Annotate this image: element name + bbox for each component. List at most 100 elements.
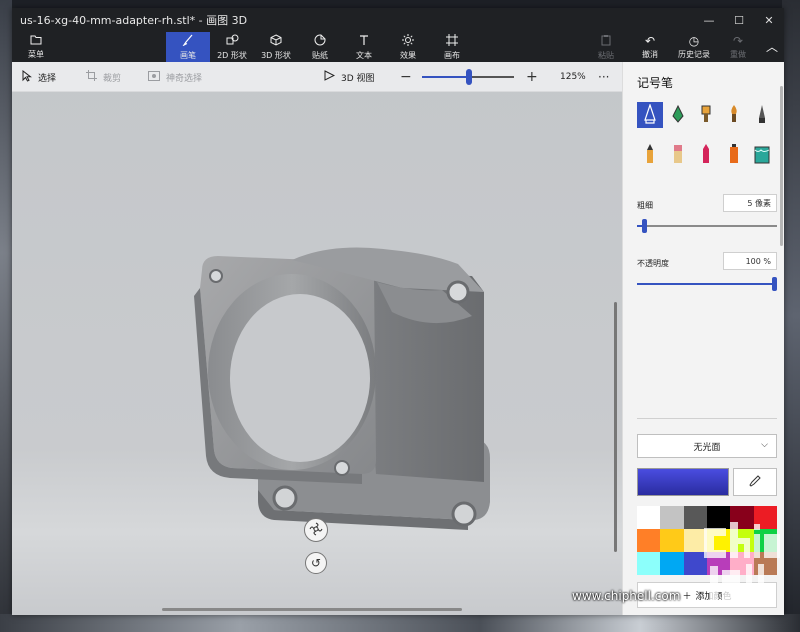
zoom-out-button[interactable]: − bbox=[400, 62, 412, 92]
brush-pixel-pen[interactable] bbox=[749, 102, 775, 128]
brush-spray-can[interactable] bbox=[721, 142, 747, 168]
eraser-icon bbox=[671, 143, 685, 168]
close-button[interactable]: ✕ bbox=[754, 8, 784, 32]
tab-label: 文本 bbox=[356, 50, 372, 60]
pencil-icon bbox=[643, 143, 657, 168]
zoom-in-button[interactable]: + bbox=[526, 62, 538, 92]
marker-icon bbox=[643, 102, 657, 127]
text-icon bbox=[358, 34, 370, 49]
paint3d-window: us-16-xg-40-mm-adapter-rh.stl* - 画图 3D —… bbox=[12, 8, 784, 615]
paste-icon bbox=[600, 34, 612, 49]
chevron-up-icon: ︿ bbox=[765, 39, 778, 54]
crop-icon bbox=[86, 70, 97, 84]
tab-stickers[interactable]: 贴纸 bbox=[298, 32, 342, 62]
brush-calligraphy[interactable] bbox=[665, 102, 691, 128]
redo-button[interactable]: ↷ 重做 bbox=[716, 32, 760, 62]
collapse-ribbon-button[interactable]: ︿ bbox=[760, 32, 784, 62]
chiphell-logo-watermark bbox=[704, 522, 780, 606]
paste-label: 粘贴 bbox=[598, 50, 614, 60]
brush-pencil[interactable] bbox=[637, 142, 663, 168]
magic-select-icon bbox=[148, 70, 160, 84]
palette-color-swatch[interactable] bbox=[660, 552, 684, 575]
more-options-button[interactable]: ··· bbox=[598, 62, 609, 92]
tab-canvas[interactable]: 画布 bbox=[430, 32, 474, 62]
thickness-slider[interactable] bbox=[637, 219, 777, 233]
rotate-3d-button[interactable] bbox=[304, 518, 328, 542]
brush-oil[interactable] bbox=[693, 102, 719, 128]
tab-2d-shapes[interactable]: 2D 形状 bbox=[210, 32, 254, 62]
3d-view-label: 3D 视图 bbox=[341, 73, 375, 84]
pixel-pen-icon bbox=[755, 104, 769, 127]
palette-color-swatch[interactable] bbox=[660, 506, 684, 529]
canvas-area[interactable]: 选择 裁剪 神奇选择 3D 视图 − + 125% ··· ↺ bbox=[12, 62, 622, 615]
opacity-label: 不透明度 bbox=[637, 259, 669, 268]
opacity-input[interactable]: 100 % bbox=[723, 252, 777, 270]
opacity-slider-thumb[interactable] bbox=[772, 277, 777, 291]
3d-model[interactable] bbox=[172, 192, 492, 532]
3d-view-button[interactable]: 3D 视图 bbox=[324, 62, 375, 92]
tab-label: 3D 形状 bbox=[261, 50, 291, 60]
canvas-icon bbox=[446, 33, 458, 49]
brush-marker[interactable] bbox=[637, 102, 663, 128]
reset-icon: ↺ bbox=[310, 556, 322, 570]
desktop-wallpaper-left bbox=[0, 0, 12, 632]
history-button[interactable]: ◷ 历史记录 bbox=[672, 32, 716, 62]
fill-bucket-icon bbox=[754, 144, 770, 167]
panel-scrollbar[interactable] bbox=[780, 86, 783, 246]
brush-fill[interactable] bbox=[749, 142, 775, 168]
tab-label: 2D 形状 bbox=[217, 50, 247, 60]
desktop-wallpaper-bottom bbox=[0, 614, 800, 632]
title-bar[interactable]: us-16-xg-40-mm-adapter-rh.stl* - 画图 3D —… bbox=[12, 8, 784, 32]
panel-divider bbox=[637, 418, 777, 419]
zoom-slider-thumb[interactable] bbox=[466, 69, 472, 85]
palette-color-swatch[interactable] bbox=[637, 552, 661, 575]
thickness-slider-thumb[interactable] bbox=[642, 219, 647, 233]
canvas-horizontal-scrollbar[interactable] bbox=[162, 608, 462, 611]
select-button[interactable]: 选择 bbox=[22, 62, 56, 92]
history-icon: ◷ bbox=[688, 33, 700, 48]
brush-crayon[interactable] bbox=[693, 142, 719, 168]
canvas-vertical-scrollbar[interactable] bbox=[614, 302, 617, 552]
zoom-slider-rest bbox=[468, 76, 514, 78]
brush-watercolor[interactable] bbox=[721, 102, 747, 128]
current-color-swatch[interactable] bbox=[637, 468, 729, 496]
undo-icon: ↶ bbox=[644, 33, 656, 48]
palette-color-swatch[interactable] bbox=[660, 529, 684, 552]
watercolor-icon bbox=[727, 104, 741, 127]
crop-button[interactable]: 裁剪 bbox=[86, 62, 121, 92]
canvas-toolbar: 选择 裁剪 神奇选择 3D 视图 − + 125% ··· bbox=[12, 62, 622, 92]
undo-button[interactable]: ↶ 撤消 bbox=[628, 32, 672, 62]
finish-dropdown[interactable]: 无光面 ⌵ bbox=[637, 434, 777, 458]
3d-shapes-icon bbox=[270, 33, 282, 49]
tab-label: 画布 bbox=[444, 50, 460, 60]
history-label: 历史记录 bbox=[678, 49, 710, 59]
tab-text[interactable]: 文本 bbox=[342, 32, 386, 62]
folder-icon bbox=[30, 34, 42, 48]
plus-icon: ＋ bbox=[682, 591, 692, 602]
paste-button[interactable]: 粘贴 bbox=[584, 32, 628, 62]
finish-value: 无光面 bbox=[693, 442, 721, 453]
thickness-input[interactable]: 5 像素 bbox=[723, 194, 777, 212]
tab-brushes[interactable]: 画笔 bbox=[166, 32, 210, 62]
window-title: us-16-xg-40-mm-adapter-rh.stl* - 画图 3D bbox=[20, 14, 248, 27]
window-controls: — ☐ ✕ bbox=[694, 8, 784, 32]
magic-select-button[interactable]: 神奇选择 bbox=[148, 62, 202, 92]
tab-3d-shapes[interactable]: 3D 形状 bbox=[254, 32, 298, 62]
tab-effects[interactable]: 效果 bbox=[386, 32, 430, 62]
palette-color-swatch[interactable] bbox=[637, 506, 661, 529]
spray-can-icon bbox=[727, 143, 741, 168]
opacity-slider[interactable] bbox=[637, 277, 777, 291]
maximize-button[interactable]: ☐ bbox=[724, 8, 754, 32]
tab-label: 画笔 bbox=[180, 50, 196, 60]
minimize-button[interactable]: — bbox=[694, 8, 724, 32]
menu-button[interactable]: 菜单 bbox=[14, 32, 58, 62]
desktop-wallpaper-right bbox=[782, 0, 800, 632]
brush-eraser[interactable] bbox=[665, 142, 691, 168]
eyedropper-button[interactable] bbox=[733, 468, 777, 496]
zoom-level: 125% bbox=[560, 72, 586, 82]
3d-view-icon bbox=[324, 70, 336, 84]
palette-color-swatch[interactable] bbox=[637, 529, 661, 552]
reset-view-button[interactable]: ↺ bbox=[305, 552, 327, 574]
sticker-icon bbox=[314, 34, 326, 49]
crayon-icon bbox=[699, 143, 713, 168]
